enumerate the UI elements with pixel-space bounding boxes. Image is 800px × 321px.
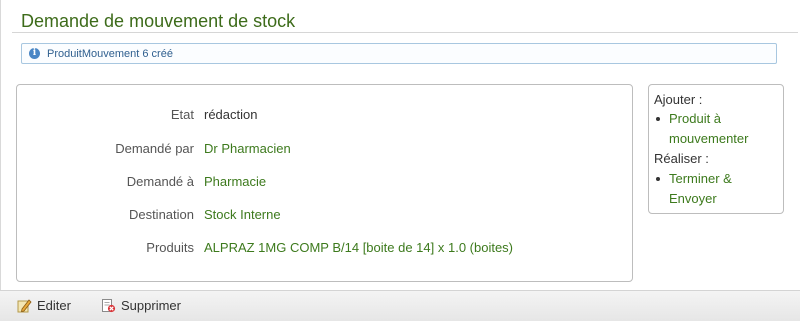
finish-send-link-line1: Terminer & [669,171,732,186]
add-product-link[interactable]: Produit à mouvementer [669,109,748,149]
state-value: rédaction [204,107,258,122]
list-bullet [656,117,660,121]
page-title: Demande de mouvement de stock [21,11,296,31]
notice-text: ProduitMouvement 6 créé [47,48,173,60]
destination-label: Destination [128,207,194,222]
finish-send-link[interactable]: Terminer & Envoyer [669,169,732,209]
action-bar: Editer Supprimer [0,290,800,321]
requested-by-label: Demandé par [115,141,194,156]
add-product-link-line1: Produit à [669,111,722,126]
title-divider [12,32,798,33]
delete-icon [102,299,116,313]
page: Demande de mouvement de stock i ProduitM… [0,0,800,321]
products-label: Produits [146,240,194,255]
add-product-link-line2: mouvementer [669,131,749,146]
info-icon: i [29,48,40,59]
add-heading: Ajouter : [654,92,703,107]
delete-label: Supprimer [121,298,181,313]
requested-to-link[interactable]: Pharmacie [204,174,266,189]
edit-label: Editer [37,298,71,313]
list-bullet [656,177,660,181]
do-heading: Réaliser : [654,151,709,166]
state-label: Etat [170,107,194,122]
requested-to-label: Demandé à [126,174,194,189]
destination-link[interactable]: Stock Interne [204,207,281,222]
info-notice: i ProduitMouvement 6 créé [21,43,777,64]
actions-panel: Ajouter : Produit à mouvementer Réaliser… [648,84,784,214]
finish-send-link-line2: Envoyer [669,191,717,206]
left-border [0,0,1,321]
requested-by-link[interactable]: Dr Pharmacien [204,141,291,156]
pencil-icon [17,299,32,313]
product-link[interactable]: ALPRAZ 1MG COMP B/14 [boite de 14] x 1.0… [204,240,513,255]
